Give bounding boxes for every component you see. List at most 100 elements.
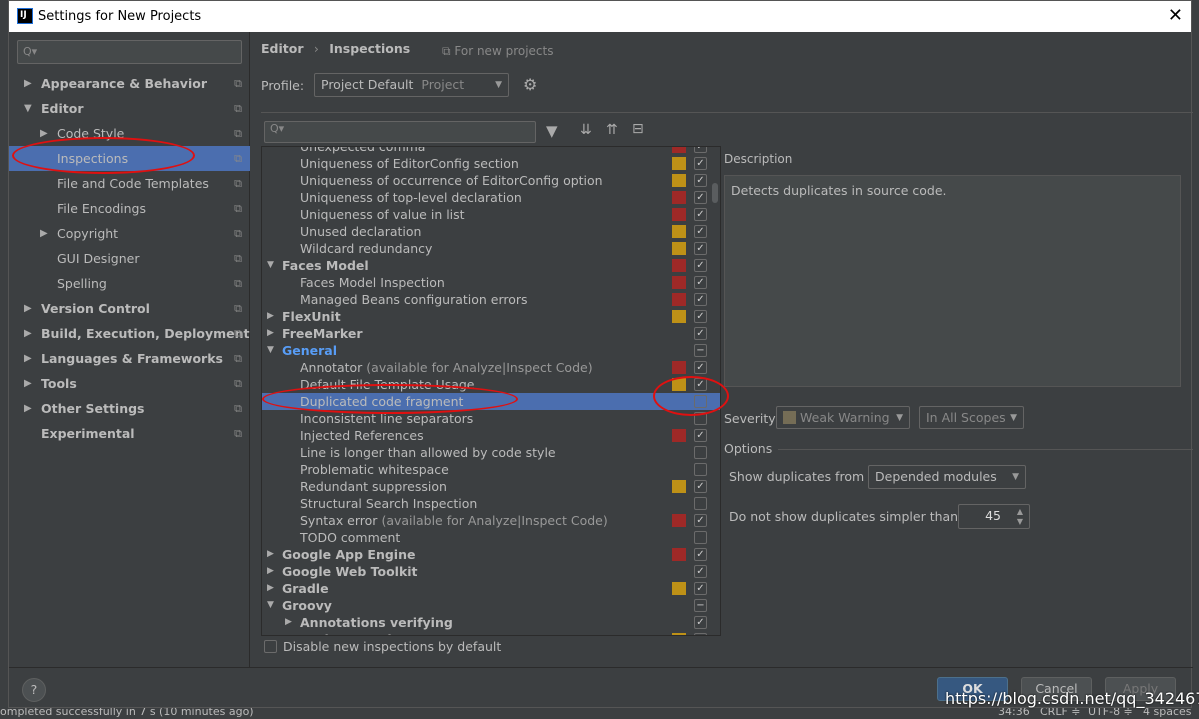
collapsed-arrow-icon[interactable]: ▶ [267, 325, 274, 342]
profile-dropdown[interactable]: Project Default Project ▼ [314, 73, 509, 97]
sidebar-item-file-and-code-templates[interactable]: File and Code Templates ⧉ [9, 171, 250, 196]
tree-row[interactable]: ▶ Assignment issues ✓ [262, 631, 720, 635]
enable-checkbox[interactable]: ✓ [694, 225, 707, 238]
disable-new-inspections-checkbox[interactable]: Disable new inspections by default [264, 639, 501, 654]
collapsed-arrow-icon[interactable]: ▶ [267, 563, 274, 580]
collapsed-arrow-icon[interactable]: ▶ [267, 546, 274, 563]
caret-position[interactable]: 34:36 [998, 708, 1030, 718]
expanded-arrow-icon[interactable]: ▼ [267, 257, 274, 274]
tree-row[interactable]: Structural Search Inspection [262, 495, 720, 512]
expanded-arrow-icon[interactable]: ▼ [24, 96, 32, 121]
enable-checkbox[interactable]: ✓ [694, 480, 707, 493]
tree-row[interactable]: Faces Model Inspection ✓ [262, 274, 720, 291]
enable-checkbox[interactable]: ✓ [694, 514, 707, 527]
collapse-all-icon[interactable]: ⇈ [606, 122, 618, 138]
enable-checkbox[interactable]: − [694, 599, 707, 612]
tree-row[interactable]: Uniqueness of value in list ✓ [262, 206, 720, 223]
tree-group-row[interactable]: ▶ FreeMarker ✓ [262, 325, 720, 342]
tree-group-row[interactable]: ▼ General − [262, 342, 720, 359]
enable-checkbox[interactable]: ✓ [694, 259, 707, 272]
enable-checkbox[interactable]: ✓ [694, 633, 707, 635]
sidebar-item-gui-designer[interactable]: GUI Designer ⧉ [9, 246, 250, 271]
collapsed-arrow-icon[interactable]: ▶ [267, 308, 274, 325]
sidebar-item-build-execution-deployment[interactable]: ▶ Build, Execution, Deployment ⧉ [9, 321, 250, 346]
tree-group-row[interactable]: ▶ Gradle ✓ [262, 580, 720, 597]
enable-checkbox[interactable]: ✓ [694, 242, 707, 255]
tree-row[interactable]: ▶ Annotations verifying ✓ [262, 614, 720, 631]
tree-row[interactable]: Inconsistent line separators [262, 410, 720, 427]
enable-checkbox[interactable] [694, 531, 707, 544]
tree-row[interactable]: Uniqueness of top-level declaration ✓ [262, 189, 720, 206]
enable-checkbox[interactable] [694, 463, 707, 476]
inspection-search-input[interactable]: Q▾ [264, 121, 536, 143]
tree-row[interactable]: Uniqueness of occurrence of EditorConfig… [262, 172, 720, 189]
sidebar-item-languages-frameworks[interactable]: ▶ Languages & Frameworks ⧉ [9, 346, 250, 371]
expanded-arrow-icon[interactable]: ▼ [267, 597, 274, 614]
tree-group-row[interactable]: ▶ Google Web Toolkit ✓ [262, 563, 720, 580]
line-separator[interactable]: CRLF ≑ [1040, 708, 1081, 718]
collapsed-arrow-icon[interactable]: ▶ [24, 296, 32, 321]
enable-checkbox[interactable] [694, 497, 707, 510]
sidebar-item-other-settings[interactable]: ▶ Other Settings ⧉ [9, 396, 250, 421]
tree-row[interactable]: Injected References ✓ [262, 427, 720, 444]
severity-dropdown[interactable]: Weak Warning ▼ [776, 406, 910, 429]
collapsed-arrow-icon[interactable]: ▶ [24, 71, 32, 96]
collapsed-arrow-icon[interactable]: ▶ [267, 580, 274, 597]
encoding[interactable]: UTF-8 ≑ [1088, 708, 1133, 718]
settings-search-input[interactable]: Q▾ [17, 40, 242, 64]
enable-checkbox[interactable]: ✓ [694, 361, 707, 374]
enable-checkbox[interactable]: − [694, 344, 707, 357]
collapsed-arrow-icon[interactable]: ▶ [285, 631, 292, 635]
enable-checkbox[interactable]: ✓ [694, 157, 707, 170]
collapsed-arrow-icon[interactable]: ▶ [24, 346, 32, 371]
sidebar-item-experimental[interactable]: Experimental ⧉ [9, 421, 250, 446]
expanded-arrow-icon[interactable]: ▼ [267, 342, 274, 359]
tree-row[interactable]: Redundant suppression ✓ [262, 478, 720, 495]
sidebar-item-file-encodings[interactable]: File Encodings ⧉ [9, 196, 250, 221]
collapsed-arrow-icon[interactable]: ▶ [40, 221, 48, 246]
enable-checkbox[interactable]: ✓ [694, 293, 707, 306]
sidebar-item-appearance-behavior[interactable]: ▶ Appearance & Behavior ⧉ [9, 71, 250, 96]
sidebar-item-copyright[interactable]: ▶ Copyright ⧉ [9, 221, 250, 246]
show-duplicates-dropdown[interactable]: Depended modules ▼ [868, 465, 1026, 489]
enable-checkbox[interactable]: ✓ [694, 548, 707, 561]
tree-group-row[interactable]: ▶ FlexUnit ✓ [262, 308, 720, 325]
tree-row[interactable]: Annotator (available for Analyze|Inspect … [262, 359, 720, 376]
close-icon[interactable]: ✕ [1168, 5, 1183, 26]
tree-group-row[interactable]: ▼ Faces Model ✓ [262, 257, 720, 274]
collapsed-arrow-icon[interactable]: ▶ [24, 321, 32, 346]
simpler-than-spinner[interactable]: 45 ▲ ▼ [958, 504, 1030, 529]
scope-dropdown[interactable]: In All Scopes ▼ [919, 406, 1024, 429]
sidebar-item-editor[interactable]: ▼ Editor ⧉ [9, 96, 250, 121]
enable-checkbox[interactable]: ✓ [694, 174, 707, 187]
indent[interactable]: 4 spaces [1143, 708, 1192, 718]
sidebar-item-tools[interactable]: ▶ Tools ⧉ [9, 371, 250, 396]
enable-checkbox[interactable]: ✓ [694, 616, 707, 629]
tree-row[interactable]: Line is longer than allowed by code styl… [262, 444, 720, 461]
collapsed-arrow-icon[interactable]: ▶ [285, 614, 292, 631]
enable-checkbox[interactable]: ✓ [694, 327, 707, 340]
tree-group-row[interactable]: ▶ Google App Engine ✓ [262, 546, 720, 563]
tree-row[interactable]: Uniqueness of EditorConfig section ✓ [262, 155, 720, 172]
enable-checkbox[interactable]: ✓ [694, 276, 707, 289]
tree-row[interactable]: Unexpected comma ✓ [262, 147, 720, 155]
expand-all-icon[interactable]: ⇊ [580, 122, 592, 138]
filter-icon[interactable]: ▼ [546, 122, 558, 140]
enable-checkbox[interactable]: ✓ [694, 429, 707, 442]
tree-row[interactable]: Managed Beans configuration errors ✓ [262, 291, 720, 308]
enable-checkbox[interactable]: ✓ [694, 191, 707, 204]
enable-checkbox[interactable] [694, 446, 707, 459]
collapsed-arrow-icon[interactable]: ▶ [24, 396, 32, 421]
tree-row[interactable]: TODO comment [262, 529, 720, 546]
enable-checkbox[interactable]: ✓ [694, 147, 707, 153]
tree-scrollbar[interactable] [712, 183, 718, 203]
sidebar-item-spelling[interactable]: Spelling ⧉ [9, 271, 250, 296]
sidebar-item-version-control[interactable]: ▶ Version Control ⧉ [9, 296, 250, 321]
collapsed-arrow-icon[interactable]: ▶ [24, 371, 32, 396]
gear-icon[interactable]: ⚙ [523, 75, 537, 94]
enable-checkbox[interactable]: ✓ [694, 310, 707, 323]
tree-row[interactable]: Syntax error (available for Analyze|Inspe… [262, 512, 720, 529]
breadcrumb-editor[interactable]: Editor [261, 41, 304, 56]
help-button[interactable]: ? [22, 678, 46, 702]
enable-checkbox[interactable]: ✓ [694, 582, 707, 595]
